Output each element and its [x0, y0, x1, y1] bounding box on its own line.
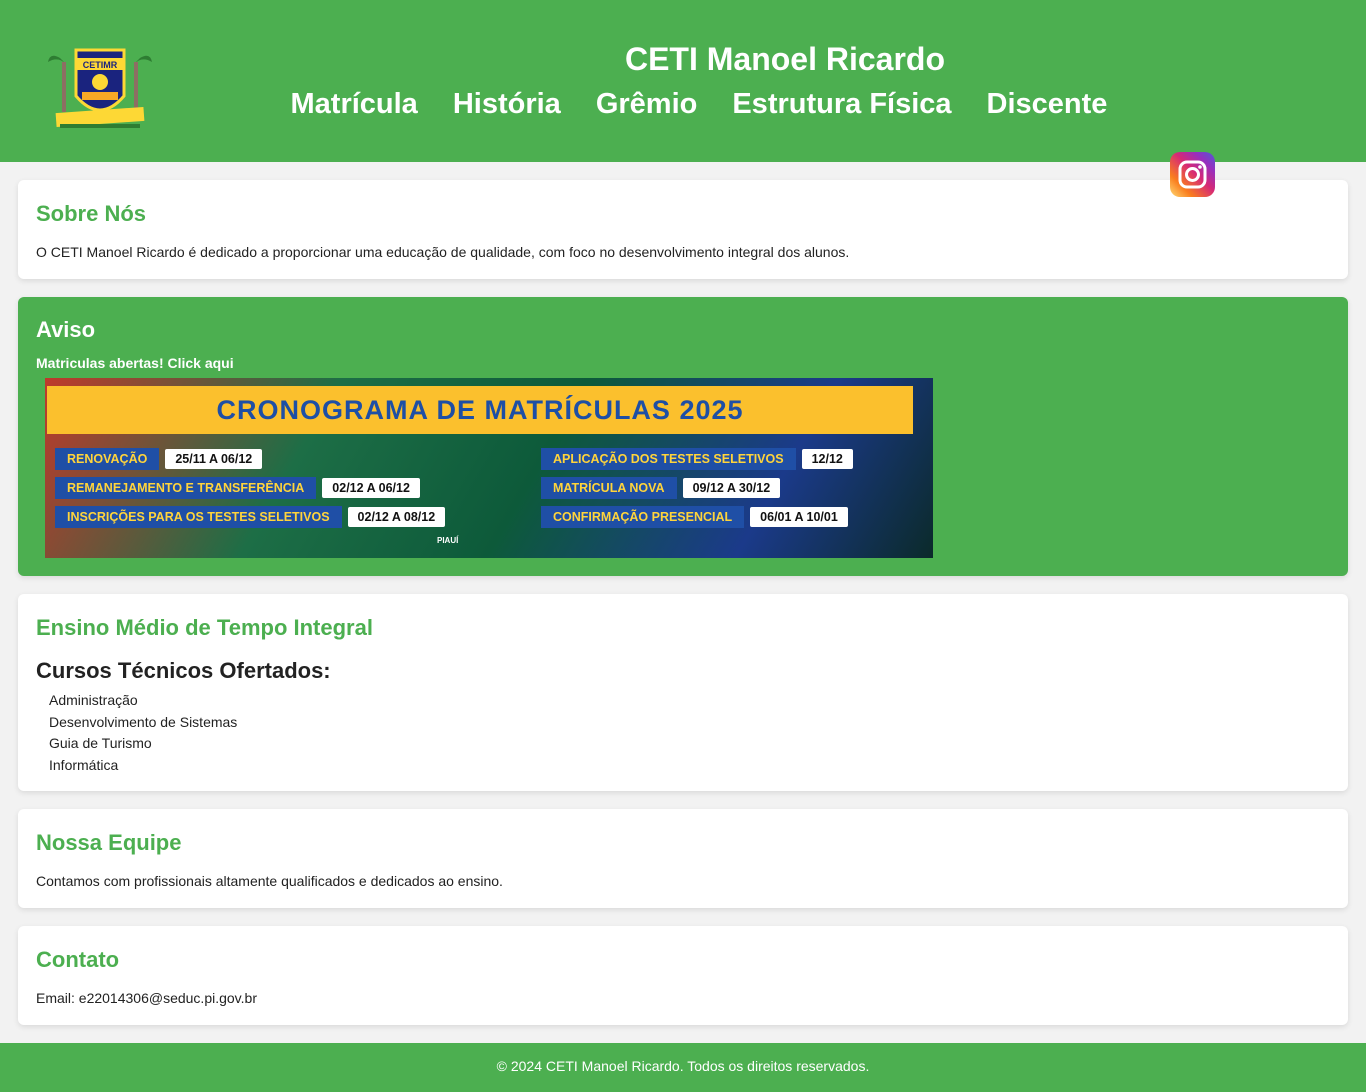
schedule-date: 02/12 A 08/12	[347, 507, 446, 527]
about-section: Sobre Nós O CETI Manoel Ricardo é dedica…	[18, 180, 1348, 279]
site-title: CETI Manoel Ricardo	[624, 41, 946, 77]
schedule-date: 02/12 A 06/12	[322, 478, 420, 498]
schedule-row: RENOVAÇÃO 25/11 A 06/12	[55, 448, 263, 470]
notice-title: Aviso	[36, 317, 96, 342]
about-title: Sobre Nós	[36, 201, 147, 226]
schedule-row: REMANEJAMENTO E TRANSFERÊNCIA 02/12 A 06…	[55, 477, 420, 499]
banner-title: CRONOGRAMA DE MATRÍCULAS 2025	[47, 386, 913, 434]
schedule-date: 25/11 A 06/12	[165, 449, 263, 469]
schedule-date: 09/12 A 30/12	[682, 478, 781, 498]
courses-list: Administração Desenvolvimento de Sistema…	[36, 690, 1330, 776]
nav-discente[interactable]: Discente	[969, 86, 1125, 122]
schedule-label: CONFIRMAÇÃO PRESENCIAL	[541, 506, 745, 528]
contact-section: Contato Email: e22014306@seduc.pi.gov.br	[18, 926, 1348, 1025]
enrollment-link[interactable]: Matriculas abertas! Click aqui	[36, 355, 234, 372]
schedule-row: INSCRIÇÕES PARA OS TESTES SELETIVOS 02/1…	[55, 506, 446, 528]
site-footer: © 2024 CETI Manoel Ricardo. Todos os dir…	[0, 1043, 1366, 1092]
schedule-label: MATRÍCULA NOVA	[541, 477, 677, 499]
government-logo-text: PIAUÍ	[437, 536, 459, 545]
schedule-label: INSCRIÇÕES PARA OS TESTES SELETIVOS	[55, 506, 342, 528]
notice-section: Aviso Matriculas abertas! Click aqui CRO…	[18, 297, 1348, 576]
team-section: Nossa Equipe Contamos com profissionais …	[18, 809, 1348, 908]
nav-gremio[interactable]: Grêmio	[578, 86, 715, 122]
enrollment-schedule-banner[interactable]: CRONOGRAMA DE MATRÍCULAS 2025 RENOVAÇÃO …	[45, 378, 933, 558]
schedule-label: APLICAÇÃO DOS TESTES SELETIVOS	[541, 448, 796, 470]
footer-text: © 2024 CETI Manoel Ricardo. Todos os dir…	[496, 1058, 870, 1074]
schedule-row: CONFIRMAÇÃO PRESENCIAL 06/01 A 10/01	[541, 506, 848, 528]
contact-email[interactable]: Email: e22014306@seduc.pi.gov.br	[36, 989, 1330, 1007]
main-nav: Matrícula História Grêmio Estrutura Físi…	[273, 86, 1125, 122]
schedule-label: RENOVAÇÃO	[55, 448, 160, 470]
team-text: Contamos com profissionais altamente qua…	[36, 873, 503, 889]
schedule-date: 06/01 A 10/01	[750, 507, 848, 527]
nav-estrutura-fisica[interactable]: Estrutura Física	[715, 86, 969, 122]
schedule-date: 12/12	[801, 449, 853, 469]
nav-matricula[interactable]: Matrícula	[273, 86, 435, 122]
course-item: Desenvolvimento de Sistemas	[49, 713, 238, 730]
contact-title: Contato	[36, 947, 120, 972]
nav-historia[interactable]: História	[435, 86, 578, 122]
course-item: Informática	[49, 756, 119, 773]
education-section: Ensino Médio de Tempo Integral Cursos Té…	[18, 594, 1348, 791]
schedule-row: APLICAÇÃO DOS TESTES SELETIVOS 12/12	[541, 448, 853, 470]
schedule-label: REMANEJAMENTO E TRANSFERÊNCIA	[55, 477, 317, 499]
courses-heading: Cursos Técnicos Ofertados:	[36, 658, 331, 683]
team-title: Nossa Equipe	[36, 830, 182, 855]
instagram-icon[interactable]	[1170, 152, 1215, 197]
about-text: O CETI Manoel Ricardo é dedicado a propo…	[36, 244, 850, 260]
education-title: Ensino Médio de Tempo Integral	[36, 615, 373, 640]
schedule-row: MATRÍCULA NOVA 09/12 A 30/12	[541, 477, 781, 499]
course-item: Administração	[49, 692, 138, 708]
site-header: CETIMR CETI Manoel Ricardo Matrícula His…	[0, 0, 1366, 162]
government-logo: PIAUÍ	[437, 536, 458, 545]
course-item: Guia de Turismo	[49, 735, 152, 751]
